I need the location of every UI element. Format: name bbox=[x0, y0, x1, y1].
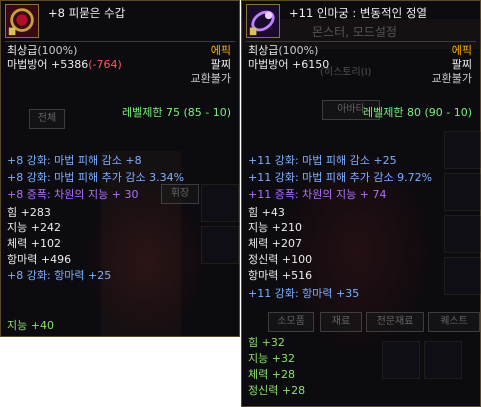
magic-defense: 마법방어 +5386(-764) bbox=[7, 58, 122, 72]
bonus-stat: 체력 +28 bbox=[248, 368, 295, 381]
ghost-slot bbox=[444, 257, 481, 295]
ghost-tab-consumable: 소모품 bbox=[268, 312, 314, 332]
bonus-stat: 정신력 +28 bbox=[248, 384, 306, 397]
stat-line: 항마력 +516 bbox=[248, 269, 313, 282]
enhance-line: +11 강화: 마법 피해 감소 +25 bbox=[248, 154, 397, 167]
grade-label: 최상급 bbox=[7, 44, 38, 57]
magic-defense: 마법방어 +6150 bbox=[248, 58, 329, 72]
grade-percent: (100%) bbox=[37, 44, 78, 57]
bonus-stat: 힘 +32 bbox=[248, 336, 285, 349]
trade-status: 교환불가 bbox=[431, 72, 472, 85]
purple-bracelet-icon bbox=[246, 4, 280, 38]
ghost-monster-setting: 몬스터, 모드설정 bbox=[312, 25, 397, 39]
ghost-tab-material: 재료 bbox=[320, 312, 362, 332]
header-divider bbox=[246, 41, 476, 42]
stat-line: 힘 +43 bbox=[248, 206, 285, 219]
trade-status: 교환불가 bbox=[190, 72, 231, 85]
rarity-label: 에픽 bbox=[451, 44, 472, 57]
mdef-diff: (-764) bbox=[88, 58, 122, 71]
bonus-stat: 지능 +32 bbox=[248, 352, 295, 365]
slot-type: 팔찌 bbox=[210, 58, 231, 71]
ghost-tab-all: 전체 bbox=[29, 109, 65, 129]
stat-line: 체력 +102 bbox=[7, 237, 61, 250]
slot-type: 팔찌 bbox=[451, 58, 472, 71]
grade-percent: (100%) bbox=[278, 44, 319, 57]
ghost-tab-pro-material: 전문재료 bbox=[366, 312, 424, 332]
ghost-tab-equip: 휘장 bbox=[161, 184, 199, 204]
item-tooltip-left: 전체 휘장 +8 피묻은 수갑 최상급(100%) 에픽 마법방어 +5386(… bbox=[0, 0, 240, 337]
stat-line: 정신력 +100 bbox=[248, 253, 313, 266]
enhance-extra: +8 강화: 항마력 +25 bbox=[7, 269, 112, 282]
ghost-slot bbox=[382, 341, 420, 379]
item-grade: 최상급(100%) bbox=[248, 44, 318, 58]
ghost-slot bbox=[201, 226, 239, 264]
item-grade: 최상급(100%) bbox=[7, 44, 77, 58]
ghost-slot bbox=[424, 341, 462, 379]
rarity-label: 에픽 bbox=[210, 44, 231, 57]
mdef-label: 마법방어 bbox=[248, 58, 289, 71]
mdef-value: +5386 bbox=[50, 58, 89, 71]
grade-label: 최상급 bbox=[248, 44, 279, 57]
background-character bbox=[86, 186, 206, 336]
mdef-value: +6150 bbox=[291, 58, 330, 71]
enhance-line: +8 강화: 마법 피해 감소 +8 bbox=[7, 154, 142, 167]
header-divider bbox=[5, 41, 235, 42]
amplify-line: +8 증폭: 차원의 지능 + 30 bbox=[7, 188, 139, 201]
level-requirement: 레벨제한 75 (85 - 10) bbox=[121, 106, 231, 119]
ghost-slot bbox=[444, 173, 481, 211]
item-name: +8 피묻은 수갑 bbox=[48, 6, 126, 20]
ghost-slot bbox=[444, 131, 481, 169]
enhance-line: +8 강화: 마법 피해 추가 감소 3.34% bbox=[7, 171, 185, 184]
stat-line: 지능 +210 bbox=[248, 221, 302, 234]
amplify-line: +11 증폭: 차원의 지능 + 74 bbox=[248, 188, 387, 201]
stat-line: 힘 +283 bbox=[7, 206, 51, 219]
ghost-tab-quest: 퀘스트 bbox=[428, 312, 480, 332]
stat-line: 항마력 +496 bbox=[7, 253, 72, 266]
enhance-line: +11 강화: 마법 피해 추가 감소 9.72% bbox=[248, 171, 433, 184]
item-name: +11 인마궁 : 변동적인 정열 bbox=[289, 6, 427, 20]
level-requirement: 레벨제한 80 (90 - 10) bbox=[362, 106, 472, 119]
enhance-extra: +11 강화: 항마력 +35 bbox=[248, 287, 360, 300]
stat-line: 지능 +242 bbox=[7, 221, 61, 234]
item-tooltip-right: 몬스터, 모드설정 (히스토리(I) 아바타 소모품 재료 전문재료 퀘스트 +… bbox=[241, 0, 481, 407]
ghost-slot bbox=[201, 184, 239, 222]
stat-line: 체력 +207 bbox=[248, 237, 302, 250]
mdef-label: 마법방어 bbox=[7, 58, 48, 71]
ghost-slot bbox=[444, 215, 481, 253]
bonus-stat: 지능 +40 bbox=[7, 319, 54, 332]
bloody-handcuffs-icon bbox=[5, 4, 39, 38]
